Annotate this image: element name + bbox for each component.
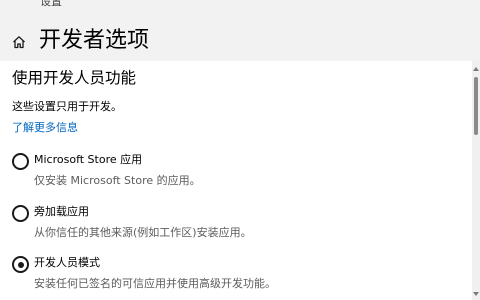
option-label: 开发人员模式 — [34, 256, 100, 269]
section-title: 使用开发人员功能 — [12, 69, 137, 87]
option-label: Microsoft Store 应用 — [34, 153, 143, 166]
settings-content: 使用开发人员功能 这些设置只用于开发。 了解更多信息 Microsoft Sto… — [0, 61, 472, 300]
vertical-scrollbar[interactable] — [472, 61, 480, 300]
option-sideload[interactable]: 旁加载应用 从你信任的其他来源(例如工作区)安装应用。 — [11, 203, 451, 243]
learn-more-link[interactable]: 了解更多信息 — [12, 120, 78, 136]
option-description: 仅安装 Microsoft Store 的应用。 — [34, 174, 201, 187]
home-button[interactable] — [8, 30, 30, 52]
radio-sideload[interactable] — [12, 205, 29, 222]
radio-developer-mode[interactable] — [12, 256, 29, 273]
home-icon — [12, 34, 26, 49]
window-title-stub: 设置 — [40, 0, 62, 8]
option-description: 安装任何已签名的可信应用并使用高级开发功能。 — [34, 277, 276, 290]
option-description: 从你信任的其他来源(例如工作区)安装应用。 — [34, 226, 252, 239]
option-developer-mode[interactable]: 开发人员模式 安装任何已签名的可信应用并使用高级开发功能。 — [11, 254, 451, 294]
radio-selected-dot — [17, 261, 24, 268]
option-label: 旁加载应用 — [34, 205, 89, 218]
page-title: 开发者选项 — [39, 28, 150, 53]
section-description: 这些设置只用于开发。 — [12, 100, 122, 113]
page-header: 设置 开发者选项 — [0, 0, 480, 61]
scrollbar-thumb[interactable] — [474, 77, 478, 135]
option-microsoft-store[interactable]: Microsoft Store 应用 仅安装 Microsoft Store 的… — [11, 151, 451, 191]
scroll-up-icon[interactable] — [473, 67, 479, 71]
scroll-down-icon[interactable] — [473, 292, 479, 296]
radio-microsoft-store[interactable] — [12, 153, 29, 170]
